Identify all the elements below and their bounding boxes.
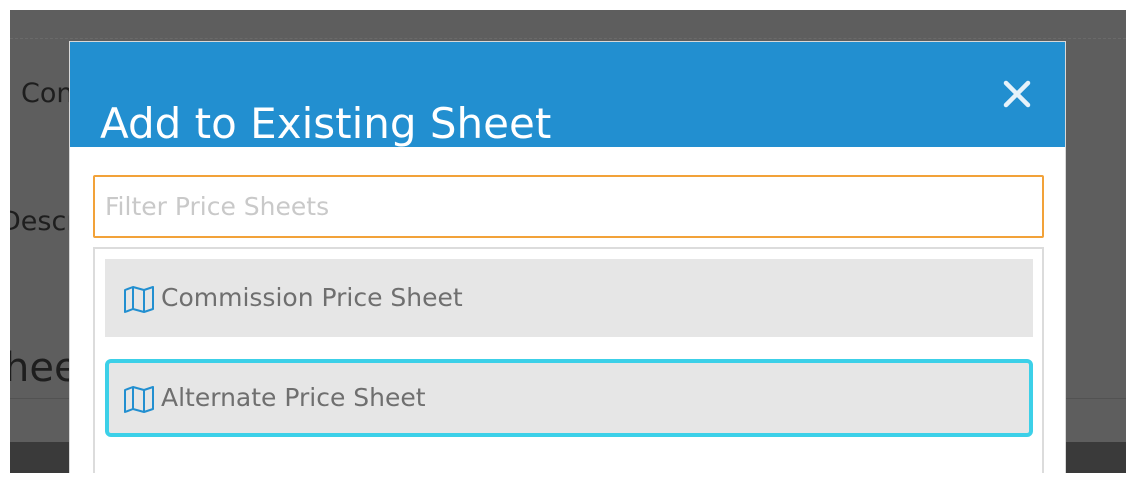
filter-price-sheets-input[interactable]	[93, 175, 1044, 238]
background-text-description: Descr	[10, 206, 78, 237]
background-text-con: Con	[21, 78, 74, 109]
list-item-commission-price-sheet[interactable]: Commission Price Sheet	[105, 259, 1033, 337]
price-sheet-list: Commission Price Sheet Alternate Price S…	[93, 247, 1044, 473]
list-item-label: Commission Price Sheet	[161, 283, 463, 312]
map-icon	[124, 286, 154, 313]
list-item-alternate-price-sheet[interactable]: Alternate Price Sheet	[105, 359, 1033, 437]
close-icon	[1003, 80, 1031, 108]
background-top-strip	[10, 10, 1126, 39]
list-item-label: Alternate Price Sheet	[161, 383, 426, 412]
add-to-existing-sheet-modal: Add to Existing Sheet Commission Price S…	[69, 41, 1066, 473]
modal-title: Add to Existing Sheet	[100, 99, 552, 149]
map-icon	[124, 386, 154, 413]
app-screen: Con Descr hee Add to Existing Sheet Filt…	[10, 10, 1126, 473]
close-button[interactable]	[1001, 78, 1033, 110]
modal-header: Add to Existing Sheet	[70, 42, 1065, 149]
